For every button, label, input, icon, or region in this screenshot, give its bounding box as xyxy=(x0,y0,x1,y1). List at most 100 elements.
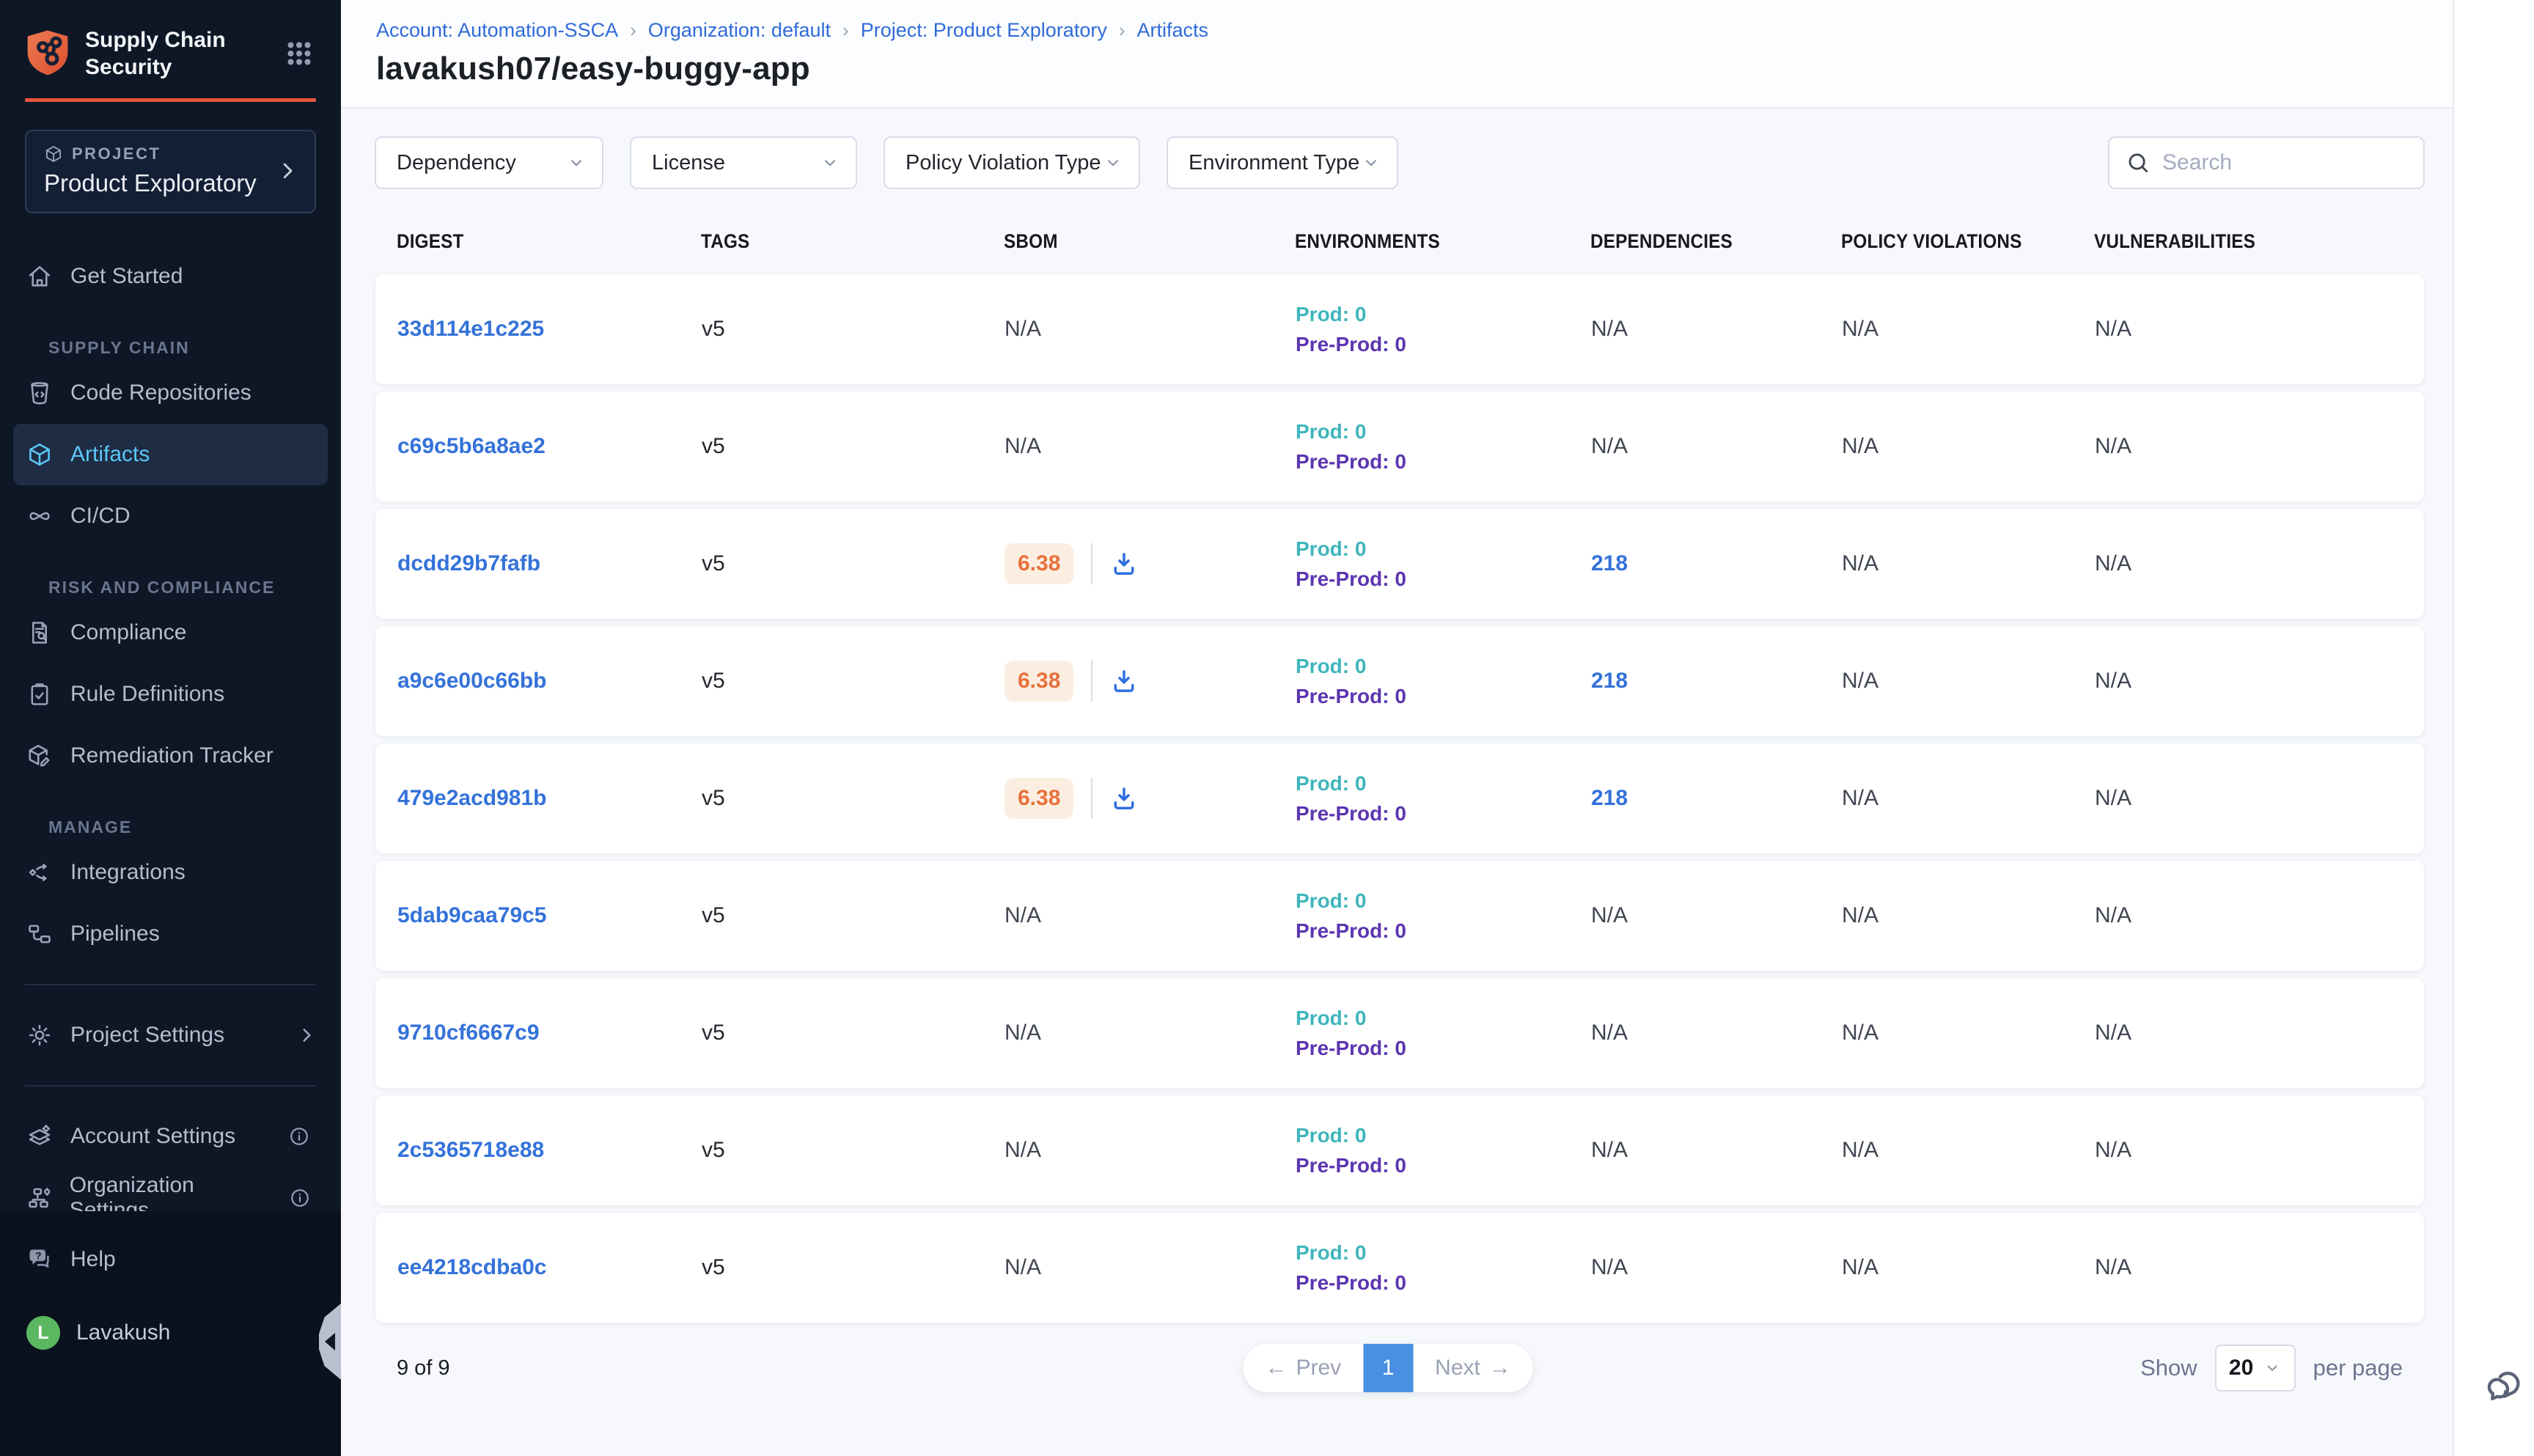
info-icon[interactable] xyxy=(288,1125,316,1147)
sidebar-item-get-started[interactable]: Get Started xyxy=(13,246,328,307)
policy-violations-value: N/A xyxy=(1842,1021,1879,1045)
sbom-score-group: 6.38 xyxy=(1005,543,1296,584)
tag-value: v5 xyxy=(702,317,725,341)
sbom-cell: 6.38 xyxy=(1005,778,1296,819)
app-logo-row: Supply Chain Security xyxy=(0,0,341,81)
digest-link[interactable]: a9c6e00c66bb xyxy=(397,669,547,693)
supply-chain-security-logo-icon xyxy=(25,29,70,78)
dependencies-value[interactable]: 218 xyxy=(1591,786,1628,810)
integrations-icon xyxy=(26,859,54,886)
dropdown-label: License xyxy=(652,151,725,175)
environments-cell: Prod: 0 Pre-Prod: 0 xyxy=(1296,1003,1591,1063)
environments-cell: Prod: 0 Pre-Prod: 0 xyxy=(1296,416,1591,477)
tags-cell: v5 xyxy=(702,669,1005,694)
table-row: c69c5b6a8ae2 v5 N/A Prod: 0 Pre-Prod: 0 … xyxy=(375,391,2425,502)
tag-value: v5 xyxy=(702,786,725,810)
clipboard-check-icon xyxy=(26,681,54,707)
sidebar-item-label: Rule Definitions xyxy=(70,682,224,707)
dependencies-value[interactable]: 218 xyxy=(1591,551,1628,576)
vulnerabilities-cell: N/A xyxy=(2095,1021,2402,1045)
policy-violation-type-filter-dropdown[interactable]: Policy Violation Type xyxy=(884,136,1140,189)
vulnerabilities-value: N/A xyxy=(2095,1255,2131,1279)
sbom-na-value: N/A xyxy=(1005,903,1041,927)
sidebar-item-label: Account Settings xyxy=(70,1124,235,1149)
digest-link[interactable]: ee4218cdba0c xyxy=(397,1255,547,1279)
vulnerabilities-value: N/A xyxy=(2095,669,2131,693)
search-input[interactable] xyxy=(2162,150,2445,175)
sidebar-item-code-repositories[interactable]: Code Repositories xyxy=(13,362,328,424)
environment-type-filter-dropdown[interactable]: Environment Type xyxy=(1167,136,1398,189)
tags-cell: v5 xyxy=(702,317,1005,342)
dependencies-cell: 218 xyxy=(1591,786,1842,811)
environments-cell: Prod: 0 Pre-Prod: 0 xyxy=(1296,1120,1591,1180)
environments-cell: Prod: 0 Pre-Prod: 0 xyxy=(1296,534,1591,594)
info-icon[interactable] xyxy=(289,1187,316,1209)
next-page-button[interactable]: Next → xyxy=(1413,1344,1533,1392)
vulnerabilities-cell: N/A xyxy=(2095,1138,2402,1163)
policy-violations-cell: N/A xyxy=(1842,786,2095,811)
dependencies-cell: N/A xyxy=(1591,1021,1842,1045)
policy-violations-cell: N/A xyxy=(1842,1021,2095,1045)
project-cube-icon xyxy=(44,144,63,163)
download-sbom-icon[interactable] xyxy=(1110,784,1138,812)
download-sbom-icon[interactable] xyxy=(1110,550,1138,578)
sidebar-item-artifacts[interactable]: Artifacts xyxy=(13,424,328,485)
vulnerabilities-value: N/A xyxy=(2095,786,2131,810)
vulnerabilities-value: N/A xyxy=(2095,551,2131,576)
dependencies-value[interactable]: 218 xyxy=(1591,669,1628,693)
chevron-down-icon xyxy=(1103,153,1123,172)
sidebar-item-help[interactable]: ? Help xyxy=(13,1229,328,1290)
preprod-count: Pre-Prod: 0 xyxy=(1296,798,1591,828)
module-grid-icon[interactable] xyxy=(282,37,316,70)
breadcrumb-artifacts[interactable]: Artifacts xyxy=(1137,19,1209,42)
results-count: 9 of 9 xyxy=(397,1356,450,1380)
section-label-supply-chain: SUPPLY CHAIN xyxy=(48,338,341,358)
pager: ← Prev 1 Next → xyxy=(1243,1344,1532,1392)
tag-value: v5 xyxy=(702,669,725,693)
digest-link[interactable]: 2c5365718e88 xyxy=(397,1138,544,1162)
preprod-count: Pre-Prod: 0 xyxy=(1296,681,1591,711)
preprod-count: Pre-Prod: 0 xyxy=(1296,564,1591,594)
show-label: Show xyxy=(2140,1355,2197,1381)
policy-violations-cell: N/A xyxy=(1842,1138,2095,1163)
sidebar-item-integrations[interactable]: Integrations xyxy=(13,842,328,903)
prod-count: Prod: 0 xyxy=(1296,1003,1591,1033)
breadcrumb-account[interactable]: Account: Automation-SSCA xyxy=(376,19,618,42)
breadcrumb-organization[interactable]: Organization: default xyxy=(648,19,831,42)
breadcrumb-project[interactable]: Project: Product Exploratory xyxy=(861,19,1107,42)
sidebar-item-rule-definitions[interactable]: Rule Definitions xyxy=(13,663,328,725)
license-filter-dropdown[interactable]: License xyxy=(630,136,857,189)
dependencies-value: N/A xyxy=(1591,1021,1628,1045)
column-header-tags: TAGS xyxy=(701,230,749,253)
digest-link[interactable]: c69c5b6a8ae2 xyxy=(397,434,546,458)
sidebar-item-cicd[interactable]: CI/CD xyxy=(13,485,328,547)
page-size-select[interactable]: 20 xyxy=(2215,1345,2296,1391)
sbom-na-value: N/A xyxy=(1005,317,1041,341)
digest-link[interactable]: 9710cf6667c9 xyxy=(397,1021,540,1045)
sidebar-item-pipelines[interactable]: Pipelines xyxy=(13,903,328,965)
tag-value: v5 xyxy=(702,1138,725,1162)
home-icon xyxy=(26,263,54,290)
page-size-value: 20 xyxy=(2229,1356,2253,1380)
sidebar-item-compliance[interactable]: Compliance xyxy=(13,602,328,663)
dependencies-value: N/A xyxy=(1591,1255,1628,1279)
page-1-button[interactable]: 1 xyxy=(1363,1344,1413,1392)
digest-link[interactable]: dcdd29b7fafb xyxy=(397,551,540,576)
main-content: Account: Automation-SSCA › Organization:… xyxy=(341,0,2453,1456)
project-selector[interactable]: PROJECT Product Exploratory xyxy=(25,130,316,213)
prod-count: Prod: 0 xyxy=(1296,299,1591,329)
digest-link[interactable]: 479e2acd981b xyxy=(397,786,547,810)
chat-support-icon[interactable] xyxy=(2485,1365,2527,1408)
download-sbom-icon[interactable] xyxy=(1110,667,1138,695)
prev-page-button[interactable]: ← Prev xyxy=(1243,1344,1363,1392)
digest-link[interactable]: 5dab9caa79c5 xyxy=(397,903,547,927)
sidebar-item-remediation-tracker[interactable]: Remediation Tracker xyxy=(13,725,328,787)
digest-link[interactable]: 33d114e1c225 xyxy=(397,317,544,341)
next-label: Next xyxy=(1435,1356,1480,1380)
sidebar-item-account-settings[interactable]: Account Settings xyxy=(13,1106,328,1167)
table-row: 5dab9caa79c5 v5 N/A Prod: 0 Pre-Prod: 0 … xyxy=(375,860,2425,971)
app-title: Supply Chain Security xyxy=(85,26,268,81)
user-menu[interactable]: L Lavakush xyxy=(13,1302,328,1364)
sidebar-item-project-settings[interactable]: Project Settings xyxy=(13,1004,328,1066)
dependency-filter-dropdown[interactable]: Dependency xyxy=(375,136,603,189)
